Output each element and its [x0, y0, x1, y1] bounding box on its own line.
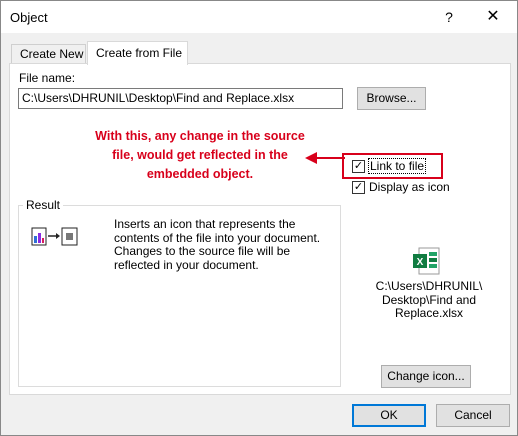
ok-button[interactable]: OK	[352, 404, 426, 427]
change-icon-button[interactable]: Change icon...	[381, 365, 471, 388]
file-name-label: File name:	[19, 71, 76, 85]
title-bar: Object ? ✕	[1, 1, 517, 33]
help-icon[interactable]: ?	[434, 5, 464, 29]
tab-create-from-file[interactable]: Create from File	[87, 41, 188, 65]
result-label: Result	[23, 198, 64, 212]
excel-file-icon: X	[413, 247, 440, 275]
file-name-input[interactable]: C:\Users\DHRUNIL\Desktop\Find and Replac…	[18, 88, 343, 109]
annotation-text: With this, any change in the source file…	[95, 129, 305, 181]
annotation-arrow-icon	[305, 152, 345, 164]
browse-button[interactable]: Browse...	[357, 87, 426, 110]
window-title: Object	[10, 10, 48, 25]
object-dialog: Object ? ✕ Create New Create from File F…	[0, 0, 518, 436]
display-as-icon-label: Display as icon	[369, 180, 450, 194]
link-to-file-checkbox[interactable]: ✓	[352, 159, 365, 173]
display-as-icon-option[interactable]: ✓ Display as icon	[352, 180, 450, 194]
embed-as-icon-diagram-icon	[31, 227, 78, 246]
close-icon[interactable]: ✕	[478, 5, 508, 29]
tab-create-new[interactable]: Create New	[11, 44, 86, 64]
display-as-icon-checkbox[interactable]: ✓	[352, 180, 365, 194]
result-description: Inserts an icon that represents the cont…	[114, 217, 321, 272]
link-to-file-option[interactable]: ✓ Link to file	[352, 158, 427, 174]
icon-caption: C:\Users\DHRUNIL\ Desktop\Find and Repla…	[375, 279, 483, 320]
cancel-button[interactable]: Cancel	[436, 404, 510, 427]
svg-text:X: X	[417, 257, 424, 268]
link-to-file-label: Link to file	[367, 158, 427, 174]
